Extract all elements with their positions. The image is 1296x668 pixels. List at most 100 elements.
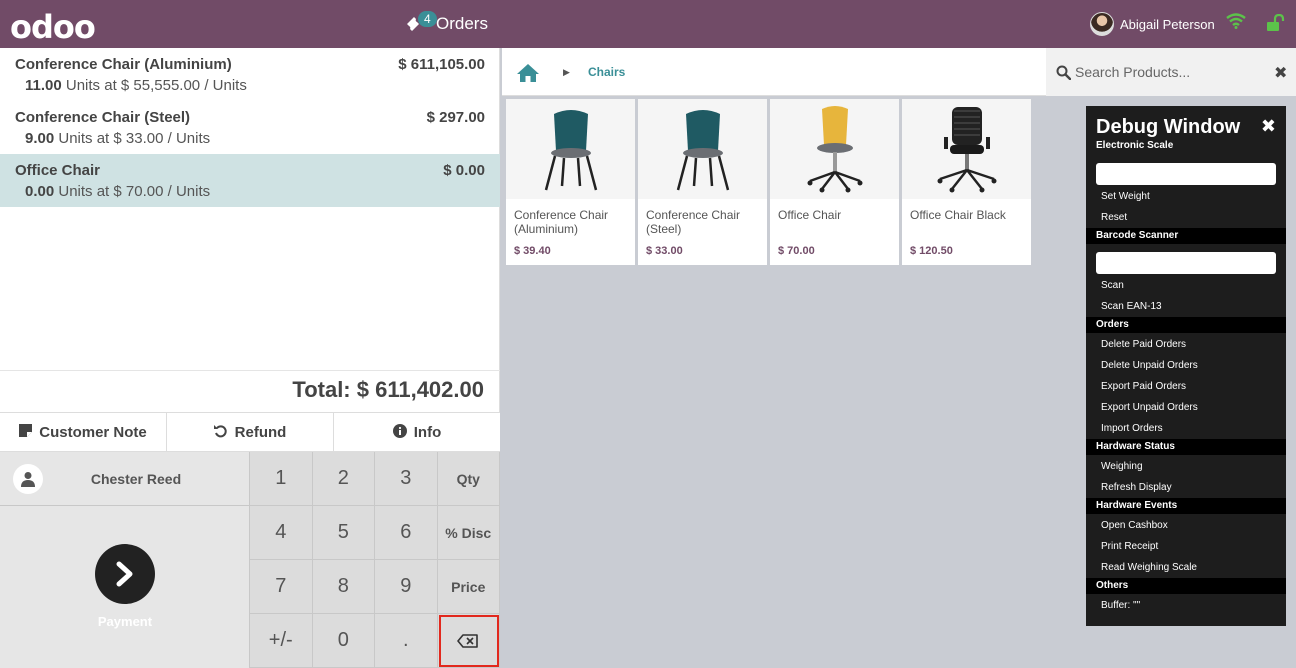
customer-note-label: Customer Note xyxy=(39,423,147,441)
control-buttons: Customer Note Refund Info xyxy=(0,412,500,452)
unlock-icon[interactable] xyxy=(1266,13,1286,37)
numpad-key-5[interactable]: 5 xyxy=(312,506,375,560)
product-list: Conference Chair (Aluminium) $ 39.40 Con… xyxy=(506,99,1031,265)
search-input[interactable] xyxy=(1075,64,1255,80)
delete-unpaid-orders-button[interactable]: Delete Unpaid Orders xyxy=(1101,360,1198,371)
product-card[interactable]: Conference Chair (Steel) $ 33.00 xyxy=(638,99,767,265)
export-paid-orders-button[interactable]: Export Paid Orders xyxy=(1101,381,1186,392)
orderline-0[interactable]: Conference Chair (Aluminium) $ 611,105.0… xyxy=(0,48,500,101)
numpad-key-decimal[interactable]: . xyxy=(375,614,438,668)
weight-input[interactable] xyxy=(1096,163,1276,185)
info-label: Info xyxy=(413,423,442,441)
backspace-button[interactable] xyxy=(437,614,500,668)
orderline-name: Office Chair xyxy=(15,162,101,179)
debug-window: Debug Window ✖ Electronic Scale Set Weig… xyxy=(1086,106,1286,626)
order-panel: Conference Chair (Aluminium) $ 611,105.0… xyxy=(0,48,500,668)
weighing-status: Weighing xyxy=(1101,461,1143,472)
set-customer-button[interactable]: Chester Reed xyxy=(0,452,250,506)
debug-section-orders: Orders xyxy=(1086,317,1286,333)
note-icon xyxy=(19,424,33,440)
numpad-key-0[interactable]: 0 xyxy=(312,614,375,668)
numpad-key-3[interactable]: 3 xyxy=(375,452,438,506)
action-pad: Chester Reed Payment 1 2 3 Qty 4 5 6 % D… xyxy=(0,452,500,668)
export-unpaid-orders-button[interactable]: Export Unpaid Orders xyxy=(1101,402,1198,413)
read-weighing-scale-event: Read Weighing Scale xyxy=(1101,562,1197,573)
refund-button[interactable]: Refund xyxy=(167,413,334,451)
debug-section-hardware-status: Hardware Status xyxy=(1086,439,1286,455)
payment-button[interactable]: Payment xyxy=(0,506,250,668)
avatar xyxy=(1090,12,1114,36)
order-total: Total: $ 611,402.00 xyxy=(292,377,484,402)
office-chair-black-icon xyxy=(902,99,1031,199)
orderline-info: 11.00 Units at $ 55,555.00 / Units xyxy=(25,77,247,94)
backspace-icon xyxy=(457,633,479,648)
search-bar: ✖ xyxy=(1046,48,1296,96)
orderline-name: Conference Chair (Aluminium) xyxy=(15,56,232,73)
numpad: 1 2 3 Qty 4 5 6 % Disc 7 8 9 Price +/- 0… xyxy=(250,452,500,668)
numpad-key-plus-minus[interactable]: +/- xyxy=(250,614,313,668)
product-card[interactable]: Conference Chair (Aluminium) $ 39.40 xyxy=(506,99,635,265)
numpad-key-1[interactable]: 1 xyxy=(250,452,313,506)
set-weight-button[interactable]: Set Weight xyxy=(1101,191,1150,202)
odoo-logo: odoo xyxy=(10,8,96,46)
product-card[interactable]: Office Chair Black $ 120.50 xyxy=(902,99,1031,265)
wifi-icon[interactable] xyxy=(1226,13,1246,34)
orderline-price: $ 297.00 xyxy=(426,109,485,126)
close-icon[interactable]: ✖ xyxy=(1261,116,1276,137)
user-icon xyxy=(13,463,43,494)
qty-mode-button[interactable]: Qty xyxy=(437,452,500,506)
numpad-key-4[interactable]: 4 xyxy=(250,506,313,560)
refresh-display-status: Refresh Display xyxy=(1101,482,1172,493)
orders-button[interactable]: 4 Orders xyxy=(404,10,488,38)
home-icon[interactable] xyxy=(516,63,540,88)
delete-paid-orders-button[interactable]: Delete Paid Orders xyxy=(1101,339,1186,350)
customer-note-button[interactable]: Customer Note xyxy=(0,413,167,451)
numpad-key-7[interactable]: 7 xyxy=(250,560,313,614)
orderline-unit-info: Units at $ 33.00 / Units xyxy=(54,130,211,147)
print-receipt-event: Print Receipt xyxy=(1101,541,1159,552)
price-mode-button[interactable]: Price xyxy=(437,560,500,614)
orderline-name: Conference Chair (Steel) xyxy=(15,109,191,126)
breadcrumb: ▶ Chairs xyxy=(502,48,1046,96)
numpad-key-6[interactable]: 6 xyxy=(375,506,438,560)
total-row: Total: $ 611,402.00 xyxy=(0,370,500,412)
product-name: Office Chair xyxy=(778,208,842,222)
scan-button[interactable]: Scan xyxy=(1101,280,1124,291)
import-orders-button[interactable]: Import Orders xyxy=(1101,423,1163,434)
customer-name: Chester Reed xyxy=(90,470,182,487)
orderline-qty: 11.00 xyxy=(25,77,62,94)
orderline-price: $ 611,105.00 xyxy=(398,56,485,73)
info-button[interactable]: Info xyxy=(334,413,500,451)
ticket-icon: 4 xyxy=(404,11,437,34)
scan-ean13-button[interactable]: Scan EAN-13 xyxy=(1101,301,1162,312)
user-menu[interactable]: Abigail Peterson xyxy=(1090,12,1215,36)
chair-dark-icon xyxy=(506,99,635,199)
buffer-value: Buffer: "" xyxy=(1101,600,1141,611)
numpad-key-9[interactable]: 9 xyxy=(375,560,438,614)
product-name: Conference Chair (Steel) xyxy=(646,208,741,236)
discount-mode-button[interactable]: % Disc xyxy=(437,506,500,560)
numpad-key-2[interactable]: 2 xyxy=(312,452,375,506)
orders-label: Orders xyxy=(436,14,488,33)
user-name: Abigail Peterson xyxy=(1120,16,1215,32)
payment-circle[interactable] xyxy=(95,544,155,604)
product-card[interactable]: Office Chair $ 70.00 xyxy=(770,99,899,265)
debug-section-others: Others xyxy=(1086,578,1286,594)
orders-count-badge: 4 xyxy=(418,11,437,27)
orderline-2-selected[interactable]: Office Chair $ 0.00 0.00 Units at $ 70.0… xyxy=(0,154,500,207)
orderline-1[interactable]: Conference Chair (Steel) $ 297.00 9.00 U… xyxy=(0,101,500,154)
refund-label: Refund xyxy=(234,423,287,441)
top-bar: odoo 4 Orders Abigail Peterson xyxy=(0,0,1296,48)
office-chair-yellow-icon xyxy=(770,99,899,199)
barcode-input[interactable] xyxy=(1096,252,1276,274)
clear-search-icon[interactable]: ✖ xyxy=(1274,63,1287,83)
orderline-qty: 9.00 xyxy=(25,130,55,147)
chevron-right-icon xyxy=(116,561,133,587)
breadcrumb-category[interactable]: Chairs xyxy=(588,65,625,79)
numpad-key-8[interactable]: 8 xyxy=(312,560,375,614)
open-cashbox-event: Open Cashbox xyxy=(1101,520,1168,531)
debug-title: Debug Window xyxy=(1096,116,1241,138)
search-icon xyxy=(1056,65,1072,85)
product-price: $ 120.50 xyxy=(910,245,953,257)
reset-button[interactable]: Reset xyxy=(1101,212,1127,223)
